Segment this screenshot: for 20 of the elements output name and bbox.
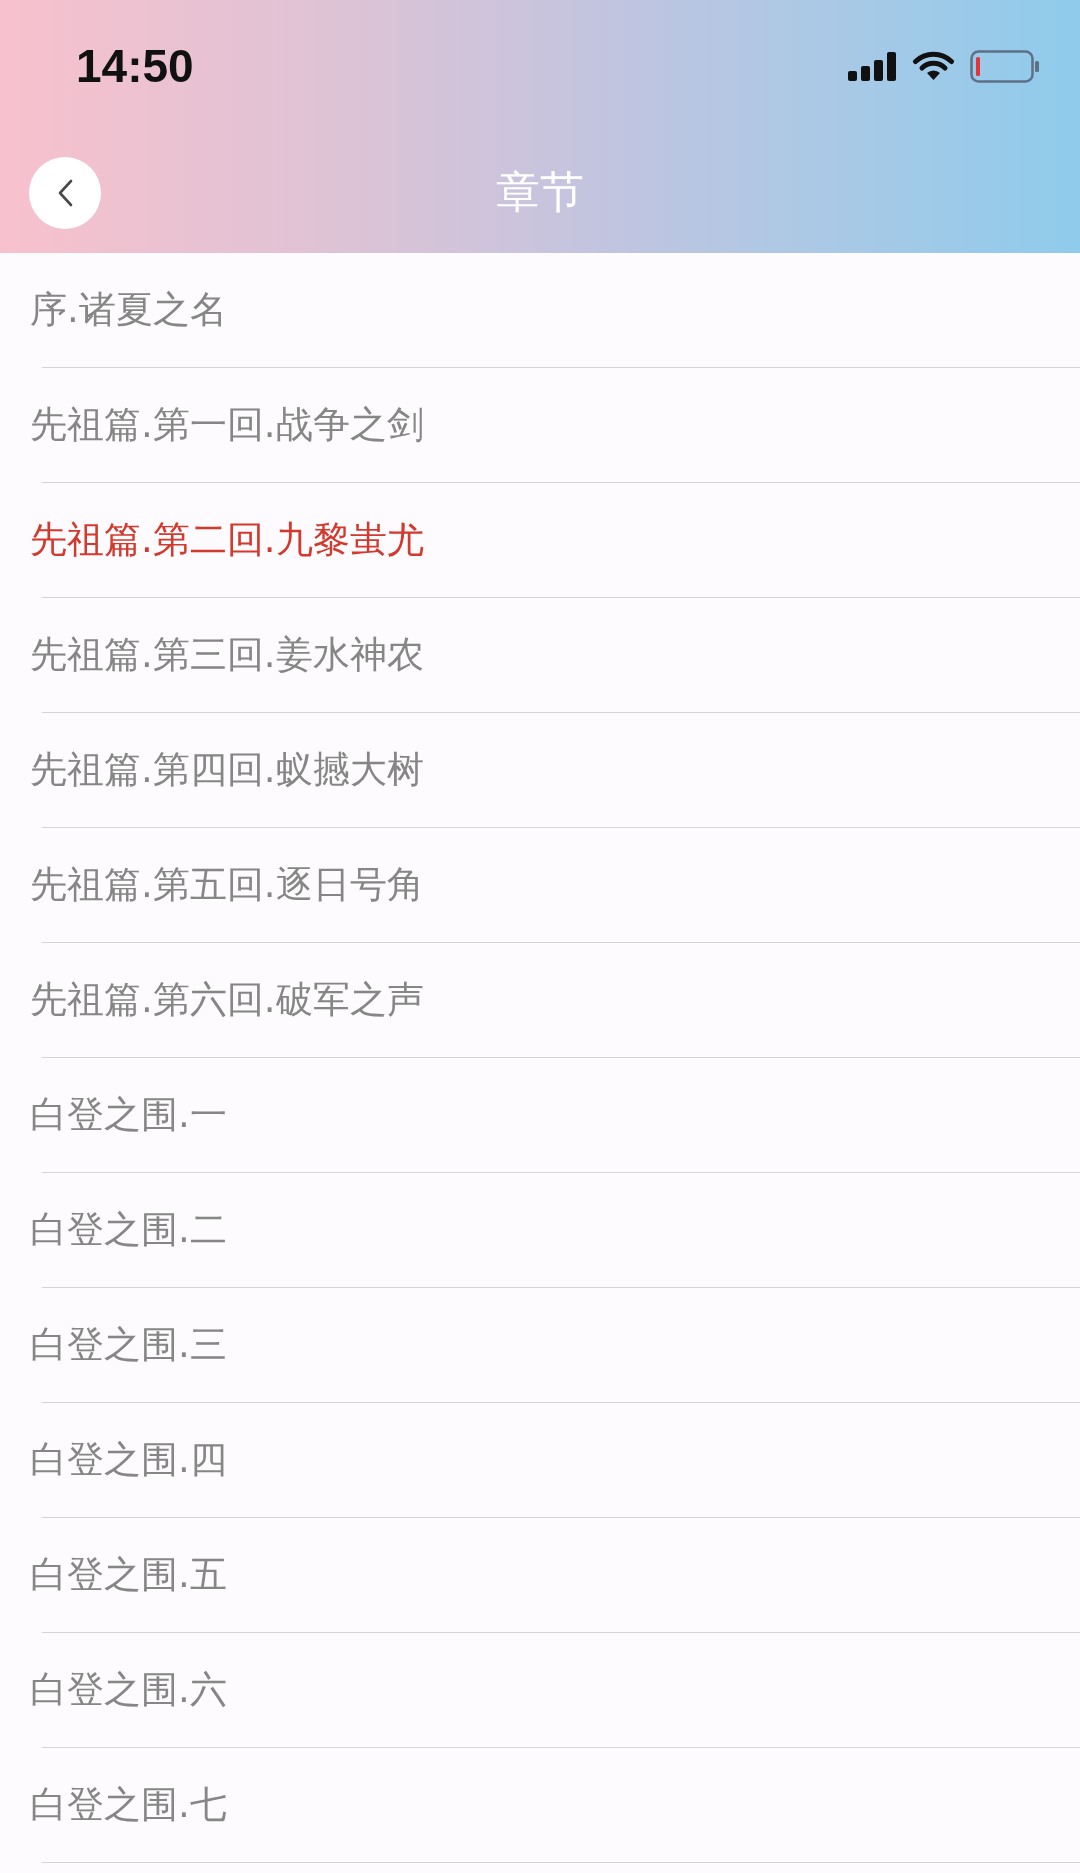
chapter-item[interactable]: 白登之围.二 (30, 1207, 227, 1252)
chapter-item[interactable]: 白登之围.七 (30, 1782, 227, 1827)
signal-icon (848, 51, 897, 81)
chapter-item[interactable]: 先祖篇.第一回.战争之剑 (30, 402, 424, 447)
chapter-item[interactable]: 白登之围.四 (30, 1437, 227, 1482)
chapter-item[interactable]: 先祖篇.第六回.破军之声 (30, 977, 424, 1022)
status-time: 14:50 (76, 43, 194, 89)
chapter-item[interactable]: 先祖篇.第四回.蚁撼大树 (30, 747, 424, 792)
chapter-item[interactable]: 先祖篇.第三回.姜水神农 (30, 632, 424, 677)
chapter-item[interactable]: 先祖篇.第二回.九黎蚩尤 (30, 517, 424, 562)
chapter-item[interactable]: 白登之围.一 (30, 1092, 227, 1137)
chapter-item[interactable]: 白登之围.五 (30, 1552, 227, 1597)
battery-icon (970, 49, 1040, 83)
chapter-item[interactable]: 先祖篇.第五回.逐日号角 (30, 862, 424, 907)
page-title: 章节 (496, 166, 584, 219)
chapter-item[interactable]: 白登之围.三 (30, 1322, 227, 1367)
chapter-item[interactable]: 序.诸夏之名 (30, 287, 227, 332)
wifi-icon (912, 51, 955, 81)
chevron-left-icon (57, 178, 73, 207)
chapter-item[interactable]: 白登之围.六 (30, 1667, 227, 1712)
